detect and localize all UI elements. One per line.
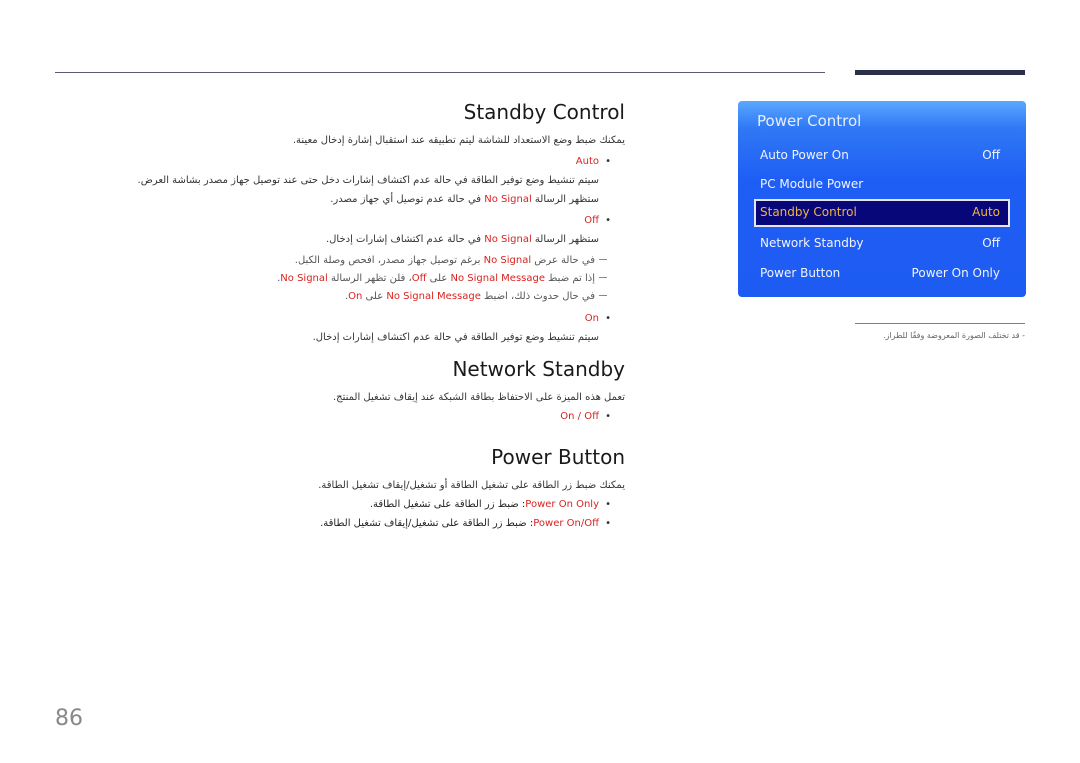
osd-item-pc-module-power[interactable]: PC Module Power	[754, 171, 1010, 197]
option-auto-desc: سيتم تنشيط وضع توفير الطاقة في حالة عدم …	[137, 175, 599, 186]
osd-item-standby-control[interactable]: Standby Control Auto	[754, 199, 1010, 227]
text: في حال حدوث ذلك، اضبط	[480, 291, 595, 302]
note-no-signal-message-2: في حال حدوث ذلك، اضبط No Signal Message …	[105, 288, 625, 306]
osd-item-value: Off	[982, 236, 1000, 250]
osd-item-power-button[interactable]: Power Button Power On Only	[754, 260, 1010, 286]
osd-item-label: Power Button	[760, 266, 841, 280]
text: على	[426, 273, 451, 284]
page-number: 86	[55, 706, 83, 731]
highlight: No Signal Message	[386, 291, 481, 302]
text: إذا تم ضبط	[545, 273, 595, 284]
section-title: Standby Control	[463, 100, 625, 124]
osd-item-label: Standby Control	[760, 205, 857, 219]
osd-item-label: Auto Power On	[760, 148, 849, 162]
highlight: On	[348, 291, 363, 302]
osd-item-label: PC Module Power	[760, 177, 864, 191]
osd-item-label: Network Standby	[760, 236, 864, 250]
osd-item-value: Power On Only	[911, 266, 1000, 280]
options-text: On / Off	[560, 411, 599, 422]
section-title: Network Standby	[452, 357, 625, 381]
section-intro: يمكنك ضبط زر الطاقة على تشغيل الطاقة أو …	[318, 480, 625, 491]
option-power-on-only: Power On Only: ضبط زر الطاقة على تشغيل ا…	[105, 495, 625, 514]
text: على	[362, 291, 387, 302]
option-power-on-off: Power On/Off: ضبط زر الطاقة على تشغيل/إي…	[105, 514, 625, 533]
option-on: On	[105, 309, 625, 328]
highlight: No Signal	[280, 273, 328, 284]
side-note: - قد تختلف الصورة المعروضة وفقًا للطراز.	[882, 331, 1025, 340]
section-intro: تعمل هذه الميزة على الاحتفاظ بطاقة الشبك…	[332, 392, 625, 403]
section-intro: يمكنك ضبط وضع الاستعداد للشاشة ليتم تطبي…	[292, 135, 625, 146]
header-rule	[55, 72, 825, 73]
highlight: Power On/Off	[533, 518, 599, 529]
highlight: No Signal	[484, 194, 532, 205]
section-network-standby: Network Standby تعمل هذه الميزة على الاح…	[105, 357, 625, 426]
option-auto: Auto	[105, 152, 625, 171]
osd-power-control-menu: Power Control Auto Power On Off PC Modul…	[738, 101, 1026, 297]
text: ستظهر الرسالة	[531, 194, 599, 205]
osd-item-value: Auto	[972, 205, 1000, 219]
option-off-desc: ستظهر الرسالة No Signal في حالة عدم اكتش…	[105, 230, 625, 249]
side-note-rule	[855, 323, 1025, 324]
note-no-signal-message: إذا تم ضبط No Signal Message على Off، فل…	[105, 270, 625, 288]
osd-title: Power Control	[757, 112, 862, 130]
highlight: Off	[411, 273, 427, 284]
text: في حالة عدم توصيل أي جهاز مصدر.	[330, 194, 485, 205]
highlight: No Signal	[483, 255, 532, 266]
option-on-desc: سيتم تنشيط وضع توفير الطاقة في حالة عدم …	[312, 332, 599, 343]
option-on-off: On / Off	[105, 407, 625, 426]
text: : ضبط زر الطاقة على تشغيل/إيقاف تشغيل ال…	[320, 518, 534, 529]
text: في حالة عدم اكتشاف إشارات إدخال.	[325, 234, 485, 245]
text: ستظهر الرسالة	[531, 234, 599, 245]
section-standby-control: Standby Control يمكنك ضبط وضع الاستعداد …	[105, 100, 625, 347]
highlight: No Signal Message	[450, 273, 545, 284]
note-cable: في حالة عرض No Signal برغم توصيل جهاز مص…	[105, 252, 625, 270]
highlight: No Signal	[484, 234, 532, 245]
header-rule-accent	[855, 70, 1025, 75]
text: في حالة عرض	[531, 255, 595, 266]
section-title: Power Button	[491, 445, 625, 469]
osd-item-auto-power-on[interactable]: Auto Power On Off	[754, 142, 1010, 168]
option-auto-desc-2: ستظهر الرسالة No Signal في حالة عدم توصي…	[105, 190, 625, 209]
text: برغم توصيل جهاز مصدر، افحص وصلة الكبل.	[294, 255, 484, 266]
text: : ضبط زر الطاقة على تشغيل الطاقة.	[369, 499, 526, 510]
section-power-button: Power Button يمكنك ضبط زر الطاقة على تشغ…	[105, 445, 625, 533]
highlight: Power On Only	[525, 499, 599, 510]
osd-item-network-standby[interactable]: Network Standby Off	[754, 230, 1010, 256]
text: ، فلن تظهر الرسالة	[327, 273, 412, 284]
option-off: Off	[105, 211, 625, 230]
osd-item-value: Off	[982, 148, 1000, 162]
